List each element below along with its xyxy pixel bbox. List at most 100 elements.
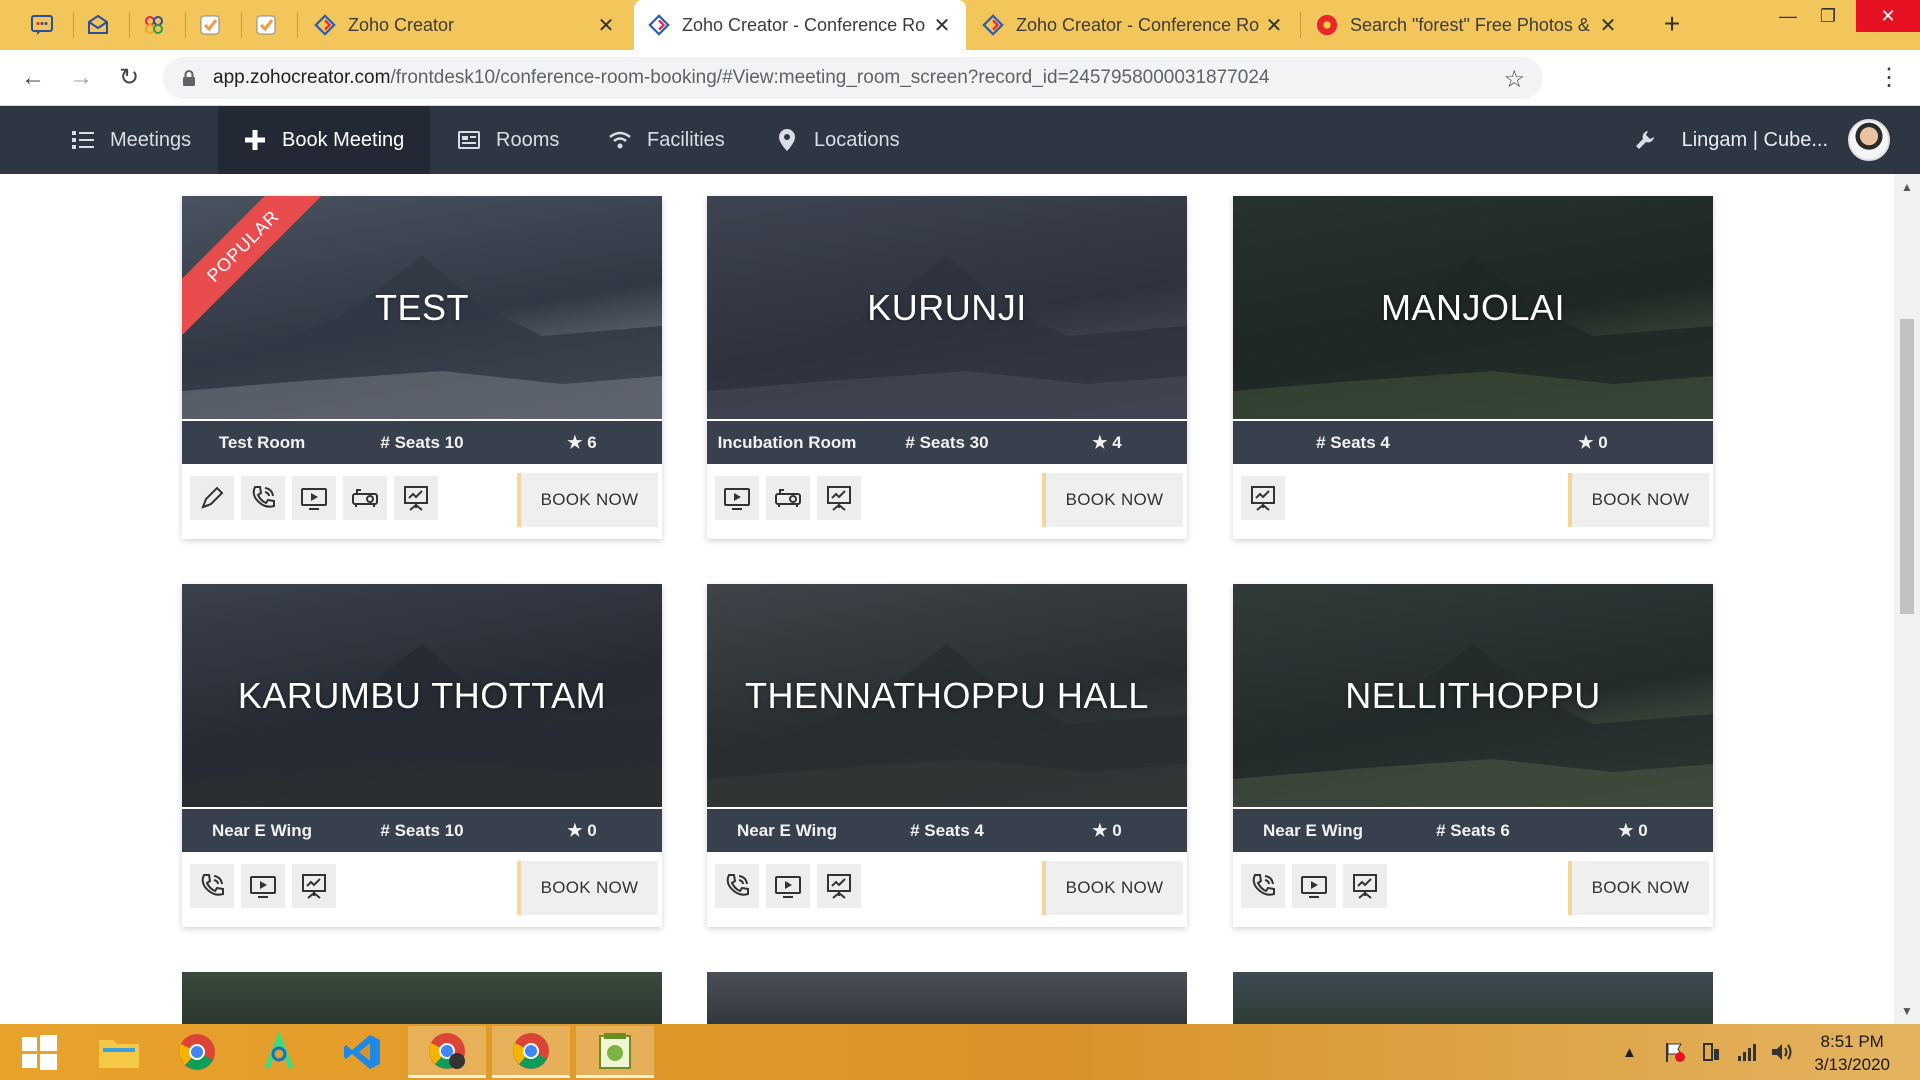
room-card-partial[interactable] <box>1233 972 1713 1024</box>
avatar[interactable] <box>1848 119 1890 161</box>
whiteboard-icon[interactable] <box>292 864 336 908</box>
tray-network-device-icon[interactable] <box>1700 1024 1722 1080</box>
whiteboard-icon[interactable] <box>394 476 438 520</box>
taskbar-file-explorer[interactable] <box>80 1026 158 1078</box>
tab-title: Zoho Creator <box>348 14 455 35</box>
book-now-button[interactable]: BOOK NOW <box>1568 861 1709 915</box>
pinned-tab-chat[interactable] <box>20 8 64 42</box>
room-image[interactable]: THENNATHOPPU HALL <box>707 584 1187 807</box>
book-now-button[interactable]: BOOK NOW <box>1568 473 1709 527</box>
tab-zoho-creator[interactable]: Zoho Creator ✕ <box>300 0 630 50</box>
book-now-button[interactable]: BOOK NOW <box>1042 473 1183 527</box>
page-scrollbar[interactable]: ▲ ▼ <box>1894 174 1920 1024</box>
zoho-creator-icon <box>982 14 1004 36</box>
forward-button[interactable]: → <box>66 64 96 94</box>
room-title: THENNATHOPPU HALL <box>745 674 1149 716</box>
room-image[interactable]: TEST POPULAR <box>182 196 662 419</box>
tab-conference-room[interactable]: Zoho Creator - Conference Ro ✕ <box>968 0 1298 50</box>
tv-icon[interactable] <box>241 864 285 908</box>
whiteboard-icon[interactable] <box>1241 476 1285 520</box>
tray-volume-icon[interactable] <box>1770 1024 1794 1080</box>
room-location: Near E Wing <box>212 820 312 840</box>
facility-list <box>715 864 868 908</box>
wrench-icon[interactable] <box>1634 129 1656 151</box>
whiteboard-icon[interactable] <box>1343 864 1387 908</box>
taskbar-chrome-active[interactable] <box>492 1026 570 1078</box>
nav-rooms[interactable]: Rooms <box>432 106 583 174</box>
room-card[interactable]: THENNATHOPPU HALL Near E Wing # Seats 4 ★ 0… <box>707 584 1187 927</box>
room-image[interactable]: MANJOLAI <box>1233 196 1713 419</box>
pexels-icon <box>1316 14 1338 36</box>
room-seats: # Seats 10 <box>380 820 464 840</box>
address-bar[interactable]: app.zohocreator.com/frontdesk10/conferen… <box>163 57 1543 99</box>
scroll-down-icon[interactable]: ▼ <box>1894 1000 1920 1022</box>
whiteboard-icon[interactable] <box>817 476 861 520</box>
tab-close-icon[interactable]: ✕ <box>1598 13 1618 38</box>
nav-locations[interactable]: Locations <box>750 106 924 174</box>
tray-chevron-icon[interactable]: ▲ <box>1622 1024 1637 1080</box>
phone-icon[interactable] <box>1241 864 1285 908</box>
tab-close-icon[interactable]: ✕ <box>932 13 952 38</box>
room-card-partial[interactable] <box>707 972 1187 1024</box>
book-now-button[interactable]: BOOK NOW <box>517 861 658 915</box>
tab-forest-photos[interactable]: Search "forest" Free Photos & ✕ <box>1302 0 1632 50</box>
scroll-thumb[interactable] <box>1900 319 1914 614</box>
phone-icon[interactable] <box>241 476 285 520</box>
room-card[interactable]: TEST POPULAR Test Room # Seats 10 ★ 6 BOOK NO… <box>182 196 662 539</box>
room-card[interactable]: KURUNJI Incubation Room # Seats 30 ★ 4 BOOK … <box>707 196 1187 539</box>
room-card[interactable]: MANJOLAI # Seats 4 ★ 0 BOOK NOW <box>1233 196 1713 539</box>
window-close-button[interactable]: ✕ <box>1856 0 1920 32</box>
room-image[interactable]: KURUNJI <box>707 196 1187 419</box>
tv-icon[interactable] <box>715 476 759 520</box>
tray-flag-icon[interactable] <box>1664 1024 1686 1080</box>
room-image[interactable]: NELLITHOPPU <box>1233 584 1713 807</box>
book-now-button[interactable]: BOOK NOW <box>1042 861 1183 915</box>
restore-button[interactable]: ❐ <box>1800 0 1856 32</box>
room-card-partial[interactable] <box>182 972 662 1024</box>
room-location: Near E Wing <box>1263 820 1363 840</box>
room-card[interactable]: NELLITHOPPU Near E Wing # Seats 6 ★ 0 BOOK N… <box>1233 584 1713 927</box>
facility-list <box>1241 864 1394 908</box>
tv-icon[interactable] <box>766 864 810 908</box>
nav-book-meeting[interactable]: Book Meeting <box>218 106 430 174</box>
scroll-up-icon[interactable]: ▲ <box>1894 176 1920 198</box>
pinned-tab-tasks-2[interactable] <box>244 8 288 42</box>
nav-label: Locations <box>814 128 900 151</box>
taskbar-notepad[interactable] <box>576 1026 654 1078</box>
phone-icon[interactable] <box>190 864 234 908</box>
whiteboard-icon[interactable] <box>817 864 861 908</box>
room-image[interactable]: KARUMBU THOTTAM <box>182 584 662 807</box>
tab-conference-room-active[interactable]: Zoho Creator - Conference Ro ✕ <box>634 0 966 50</box>
taskbar-chrome[interactable] <box>158 1026 236 1078</box>
book-now-button[interactable]: BOOK NOW <box>517 473 658 527</box>
user-menu[interactable]: Lingam | Cube... <box>1634 106 1890 174</box>
room-rating: ★ 6 <box>567 432 597 452</box>
pinned-tab-apps[interactable] <box>132 8 176 42</box>
pinned-tab-tasks[interactable] <box>188 8 232 42</box>
back-button[interactable]: ← <box>18 64 48 94</box>
tab-close-icon[interactable]: ✕ <box>596 13 616 38</box>
taskbar-clock[interactable]: 8:51 PM 3/13/2020 <box>1814 1030 1890 1076</box>
projector-icon[interactable] <box>766 476 810 520</box>
pinned-tab-mail[interactable] <box>76 8 120 42</box>
nav-facilities[interactable]: Facilities <box>583 106 749 174</box>
facility-list <box>715 476 868 520</box>
phone-icon[interactable] <box>715 864 759 908</box>
projector-icon[interactable] <box>343 476 387 520</box>
bookmark-star-icon[interactable]: ☆ <box>1503 65 1525 94</box>
taskbar-chrome-profile[interactable] <box>408 1026 486 1078</box>
chrome-icon <box>429 1032 465 1069</box>
pen-icon[interactable] <box>190 476 234 520</box>
tv-icon[interactable] <box>292 476 336 520</box>
tab-close-icon[interactable]: ✕ <box>1264 13 1284 38</box>
taskbar-android-studio[interactable] <box>240 1026 318 1078</box>
browser-menu-icon[interactable]: ⋮ <box>1874 64 1904 94</box>
room-card[interactable]: KARUMBU THOTTAM Near E Wing # Seats 10 ★ 0 B… <box>182 584 662 927</box>
taskbar-vscode[interactable] <box>323 1026 401 1078</box>
tray-signal-icon[interactable] <box>1736 1024 1758 1080</box>
start-button[interactable] <box>0 1026 78 1078</box>
reload-button[interactable]: ↻ <box>114 64 144 94</box>
tv-icon[interactable] <box>1292 864 1336 908</box>
new-tab-button[interactable]: + <box>1655 8 1689 42</box>
nav-meetings[interactable]: Meetings <box>46 106 215 174</box>
